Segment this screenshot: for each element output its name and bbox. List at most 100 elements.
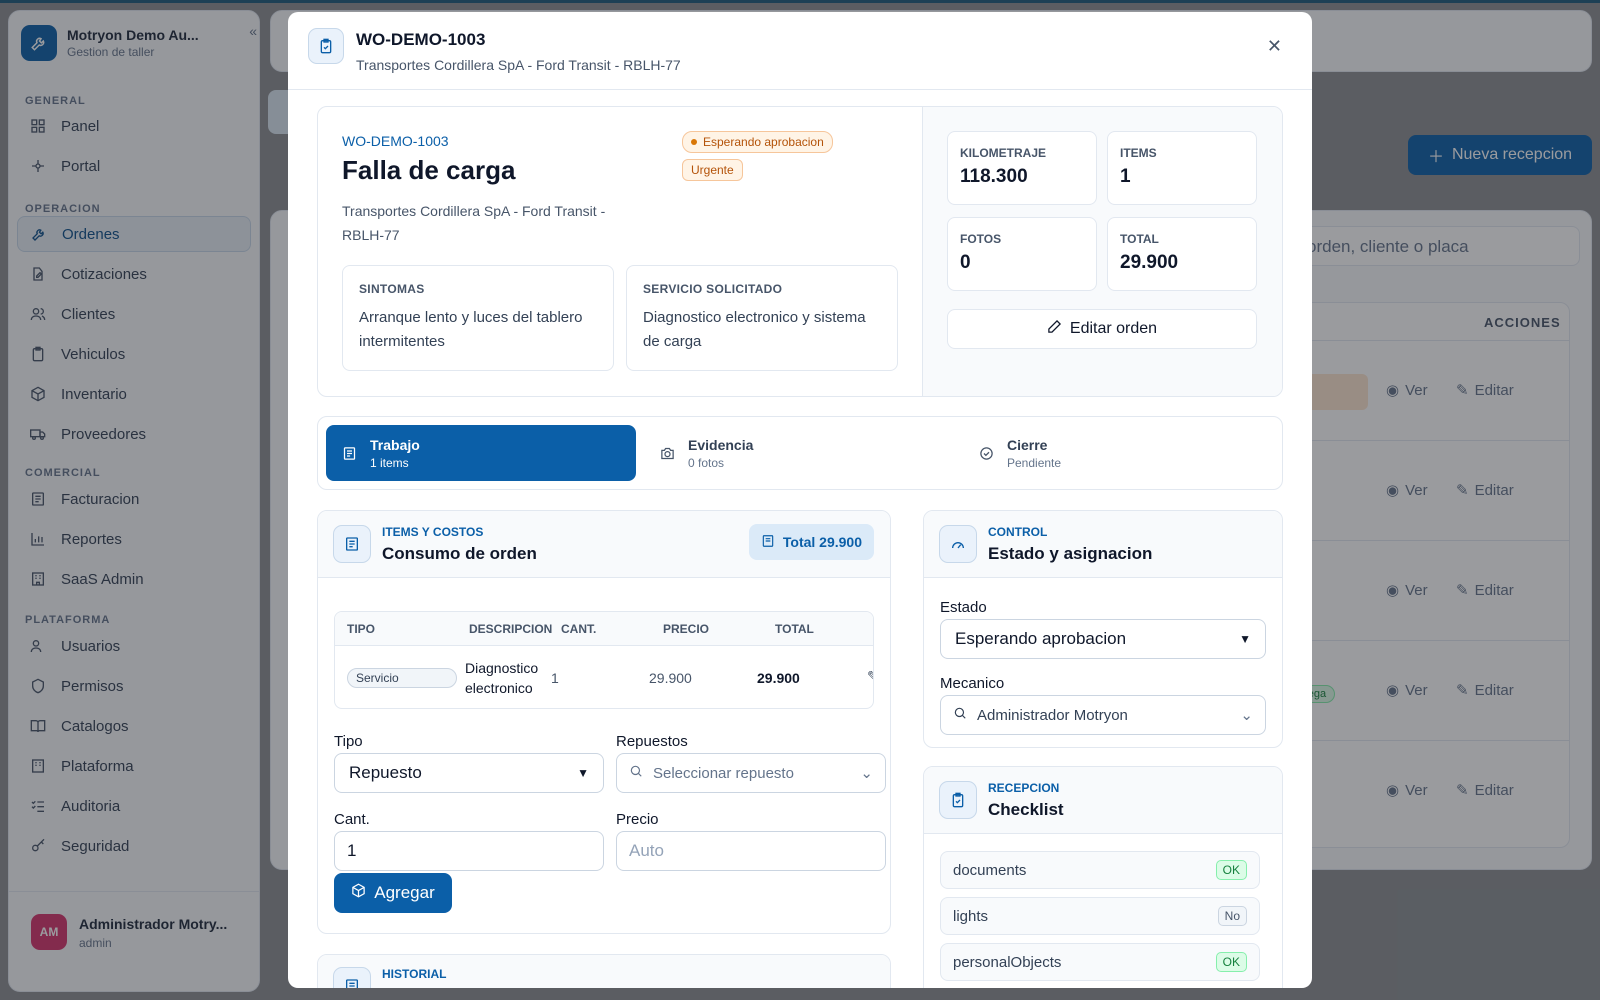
checklist-status-badge: OK xyxy=(1215,860,1247,880)
symptoms-text: Arranque lento y luces del tablero inter… xyxy=(359,309,583,350)
status-label: Estado xyxy=(940,599,987,616)
checklist-status-badge: No xyxy=(1217,906,1247,926)
search-icon xyxy=(629,764,643,782)
box-icon xyxy=(351,883,366,903)
service-text: Diagnostico electronico y sistema de car… xyxy=(643,309,866,350)
price-label: Precio xyxy=(616,811,659,828)
tab-evidencia[interactable]: Evidencia 0 fotos xyxy=(644,425,954,481)
order-code: WO-DEMO-1003 xyxy=(342,133,449,149)
quantity-input[interactable]: 1 xyxy=(334,831,604,871)
mechanic-select-value: Administrador Motryon xyxy=(977,706,1128,724)
item-price: 29.900 xyxy=(649,670,692,686)
total-pill-label: Total 29.900 xyxy=(782,534,862,550)
control-panel: CONTROL Estado y asignacion Estado Esper… xyxy=(923,510,1283,748)
modal-header: WO-DEMO-1003 Transportes Cordillera SpA … xyxy=(288,12,1312,90)
stat-label: TOTAL xyxy=(1120,232,1159,246)
order-description: Transportes Cordillera SpA - Ford Transi… xyxy=(342,203,606,243)
stat-label: FOTOS xyxy=(960,232,1002,246)
item-description: Diagnostico xyxy=(465,660,539,676)
stat-value: 118.300 xyxy=(960,166,1028,187)
close-icon[interactable]: ✕ xyxy=(1267,36,1282,57)
tab-label: Cierre xyxy=(1007,436,1048,453)
stat-label: ITEMS xyxy=(1120,146,1157,160)
stat-value: 1 xyxy=(1120,166,1131,187)
clipboard-check-icon xyxy=(939,781,977,819)
tab-label: Trabajo xyxy=(370,436,420,453)
checklist-item-label: lights xyxy=(953,907,989,925)
panel-title: Estado y asignacion xyxy=(988,544,1153,563)
item-type-chip: Servicio xyxy=(347,668,457,688)
column-header: TIPO xyxy=(347,622,376,636)
status-badge: Esperando aprobacion xyxy=(682,131,833,153)
receipt-icon xyxy=(340,444,358,462)
receipt-icon xyxy=(333,525,371,563)
symptoms-card: SINTOMAS Arranque lento y luces del tabl… xyxy=(342,265,614,371)
mechanic-select[interactable]: Administrador Motryon ⌄ xyxy=(940,695,1266,735)
tab-sublabel: Pendiente xyxy=(1007,455,1062,470)
price-input[interactable]: Auto xyxy=(616,831,886,871)
checklist-status-badge: OK xyxy=(1215,952,1247,972)
type-select[interactable]: Repuesto ▼ xyxy=(334,753,604,793)
mechanic-label: Mecanico xyxy=(940,675,1005,692)
history-panel: HISTORIAL xyxy=(317,954,891,988)
total-pill: Total 29.900 xyxy=(748,524,874,560)
panel-kicker: ITEMS Y COSTOS xyxy=(382,525,484,539)
items-table: TIPO DESCRIPCION CANT. PRECIO TOTAL Serv… xyxy=(334,611,874,709)
add-item-button[interactable]: Agregar xyxy=(334,873,452,913)
tab-trabajo[interactable]: Trabajo 1 items xyxy=(326,425,636,481)
symptoms-label: SINTOMAS xyxy=(359,282,425,296)
panel-kicker: CONTROL xyxy=(988,525,1048,539)
tab-cierre[interactable]: Cierre Pendiente xyxy=(963,425,1273,481)
edit-order-label: Editar orden xyxy=(1069,320,1158,337)
modal-subtitle: Transportes Cordillera SpA - Ford Transi… xyxy=(356,57,681,73)
status-badge-label: Esperando aprobacion xyxy=(703,135,824,149)
service-label: SERVICIO SOLICITADO xyxy=(643,282,783,296)
chevron-down-icon: ▼ xyxy=(1239,632,1251,646)
clipboard-check-icon xyxy=(308,28,344,64)
column-header: PRECIO xyxy=(663,622,710,636)
gauge-icon xyxy=(939,525,977,563)
panel-kicker: RECEPCION xyxy=(988,781,1060,795)
modal-title: WO-DEMO-1003 xyxy=(356,30,486,49)
search-icon xyxy=(953,706,967,724)
checklist-item-label: documents xyxy=(953,861,1027,879)
stat-value: 29.900 xyxy=(1120,252,1179,273)
checklist-item-label: personalObjects xyxy=(953,953,1062,971)
receipt-icon xyxy=(333,967,371,988)
items-costs-panel: ITEMS Y COSTOS Consumo de orden Total 29… xyxy=(317,510,891,934)
tab-sublabel: 0 fotos xyxy=(688,455,725,470)
checklist-panel: RECEPCION Checklist documents OK lights … xyxy=(923,766,1283,988)
work-order-modal: WO-DEMO-1003 Transportes Cordillera SpA … xyxy=(288,12,1312,988)
parts-select[interactable]: Seleccionar repuesto ⌄ xyxy=(616,753,886,793)
stat-mileage: KILOMETRAJE 118.300 xyxy=(947,131,1097,205)
pencil-icon[interactable]: ✎ xyxy=(867,668,873,685)
panel-kicker: HISTORIAL xyxy=(382,967,447,981)
items-table-header: TIPO DESCRIPCION CANT. PRECIO TOTAL xyxy=(335,612,873,646)
status-select[interactable]: Esperando aprobacion ▼ xyxy=(940,619,1266,659)
requested-service-card: SERVICIO SOLICITADO Diagnostico electron… xyxy=(626,265,898,371)
column-header: TOTAL xyxy=(775,622,814,636)
edit-order-button[interactable]: Editar orden xyxy=(947,309,1257,349)
stat-total: TOTAL 29.900 xyxy=(1107,217,1257,291)
stat-photos: FOTOS 0 xyxy=(947,217,1097,291)
item-description: electronico xyxy=(465,680,533,696)
parts-select-placeholder: Seleccionar repuesto xyxy=(653,764,794,782)
panel-title: Checklist xyxy=(988,800,1064,819)
panel-title: Consumo de orden xyxy=(382,544,537,563)
order-title: Falla de carga xyxy=(342,155,516,185)
tab-sublabel: 1 items xyxy=(370,455,409,470)
camera-icon xyxy=(658,444,676,462)
add-item-label: Agregar xyxy=(374,883,435,902)
tab-label: Evidencia xyxy=(688,436,754,453)
type-label: Tipo xyxy=(334,733,363,750)
column-header: DESCRIPCION xyxy=(469,622,553,636)
item-total: 29.900 xyxy=(757,670,800,686)
order-summary-card: WO-DEMO-1003 Falla de carga Transportes … xyxy=(317,106,1283,397)
order-tabs: Trabajo 1 items Evidencia 0 fotos Cierre… xyxy=(317,416,1283,490)
chevron-down-icon: ⌄ xyxy=(1240,707,1253,724)
chevron-down-icon: ⌄ xyxy=(860,765,873,782)
type-select-value: Repuesto xyxy=(349,763,422,782)
receipt-icon xyxy=(761,534,775,551)
checklist-item: personalObjects OK xyxy=(940,943,1260,981)
stat-label: KILOMETRAJE xyxy=(960,146,1047,160)
